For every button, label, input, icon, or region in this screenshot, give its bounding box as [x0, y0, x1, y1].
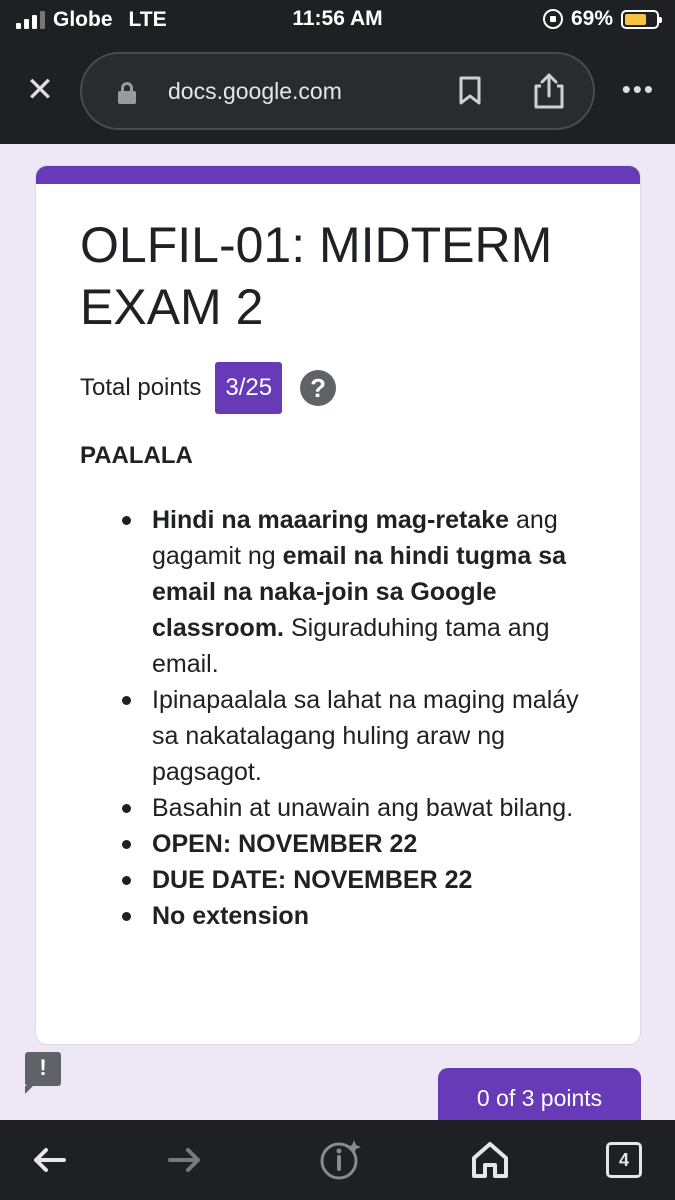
- bookmark-icon[interactable]: [458, 76, 482, 106]
- browser-bottom-bar: 4: [0, 1120, 675, 1200]
- reminder-item: Ipinapaalala sa lahat na maging maláy sa…: [80, 682, 600, 790]
- browser-top-bar: ✕ docs.google.com •••: [0, 40, 675, 144]
- reminder-text: DUE DATE: NOVEMBER 22: [152, 866, 473, 894]
- rotation-lock-icon: [542, 9, 563, 29]
- total-points-row: Total points 3/25 ?: [80, 362, 337, 414]
- battery-icon: [621, 9, 662, 29]
- reminder-item: OPEN: NOVEMBER 22: [80, 826, 600, 862]
- reminder-list: Hindi na maaaring mag-retake ang gagamit…: [80, 502, 600, 934]
- reminder-item: Hindi na maaaring mag-retake ang gagamit…: [80, 502, 600, 682]
- battery-level: [625, 13, 646, 25]
- reminder-text: OPEN: NOVEMBER 22: [152, 830, 418, 858]
- feedback-icon[interactable]: !: [25, 1052, 61, 1094]
- card-accent-bar: [36, 166, 640, 184]
- home-icon[interactable]: [468, 1138, 512, 1182]
- close-icon[interactable]: ✕: [22, 72, 58, 108]
- reminder-text: Basahin at unawain ang bawat bilang.: [152, 794, 574, 822]
- reminder-text: Hindi na maaaring mag-retake: [152, 506, 510, 534]
- back-arrow-icon[interactable]: [28, 1138, 72, 1182]
- total-points-label: Total points: [80, 374, 202, 401]
- help-icon[interactable]: ?: [300, 370, 337, 406]
- reminder-item: No extension: [80, 898, 600, 934]
- question-points-chip: 0 of 3 points: [438, 1068, 641, 1128]
- battery-percent: 69%: [570, 7, 613, 30]
- reminder-text: Ipinapaalala sa lahat na maging maláy sa…: [152, 686, 579, 786]
- info-sparkle-icon[interactable]: [318, 1138, 362, 1182]
- score-badge: 3/25: [215, 362, 283, 414]
- reminder-text: No extension: [152, 902, 309, 930]
- more-icon[interactable]: •••: [622, 74, 655, 105]
- address-bar[interactable]: docs.google.com: [80, 52, 595, 130]
- url-text[interactable]: docs.google.com: [168, 78, 342, 105]
- status-bar: Globe LTE 11:56 AM 69%: [0, 0, 675, 40]
- tab-count: 4: [606, 1142, 642, 1178]
- share-icon[interactable]: [532, 72, 566, 110]
- section-heading: PAALALA: [80, 442, 193, 469]
- status-right: 69%: [542, 7, 662, 31]
- lock-icon: [118, 82, 136, 104]
- reminder-item: Basahin at unawain ang bawat bilang.: [80, 790, 600, 826]
- forward-arrow-icon[interactable]: [162, 1138, 206, 1182]
- form-header-card: OLFIL-01: MIDTERM EXAM 2 Total points 3/…: [35, 165, 641, 1045]
- reminder-item: DUE DATE: NOVEMBER 22: [80, 862, 600, 898]
- form-title: OLFIL-01: MIDTERM EXAM 2: [80, 217, 553, 335]
- tabs-icon[interactable]: 4: [604, 1138, 648, 1182]
